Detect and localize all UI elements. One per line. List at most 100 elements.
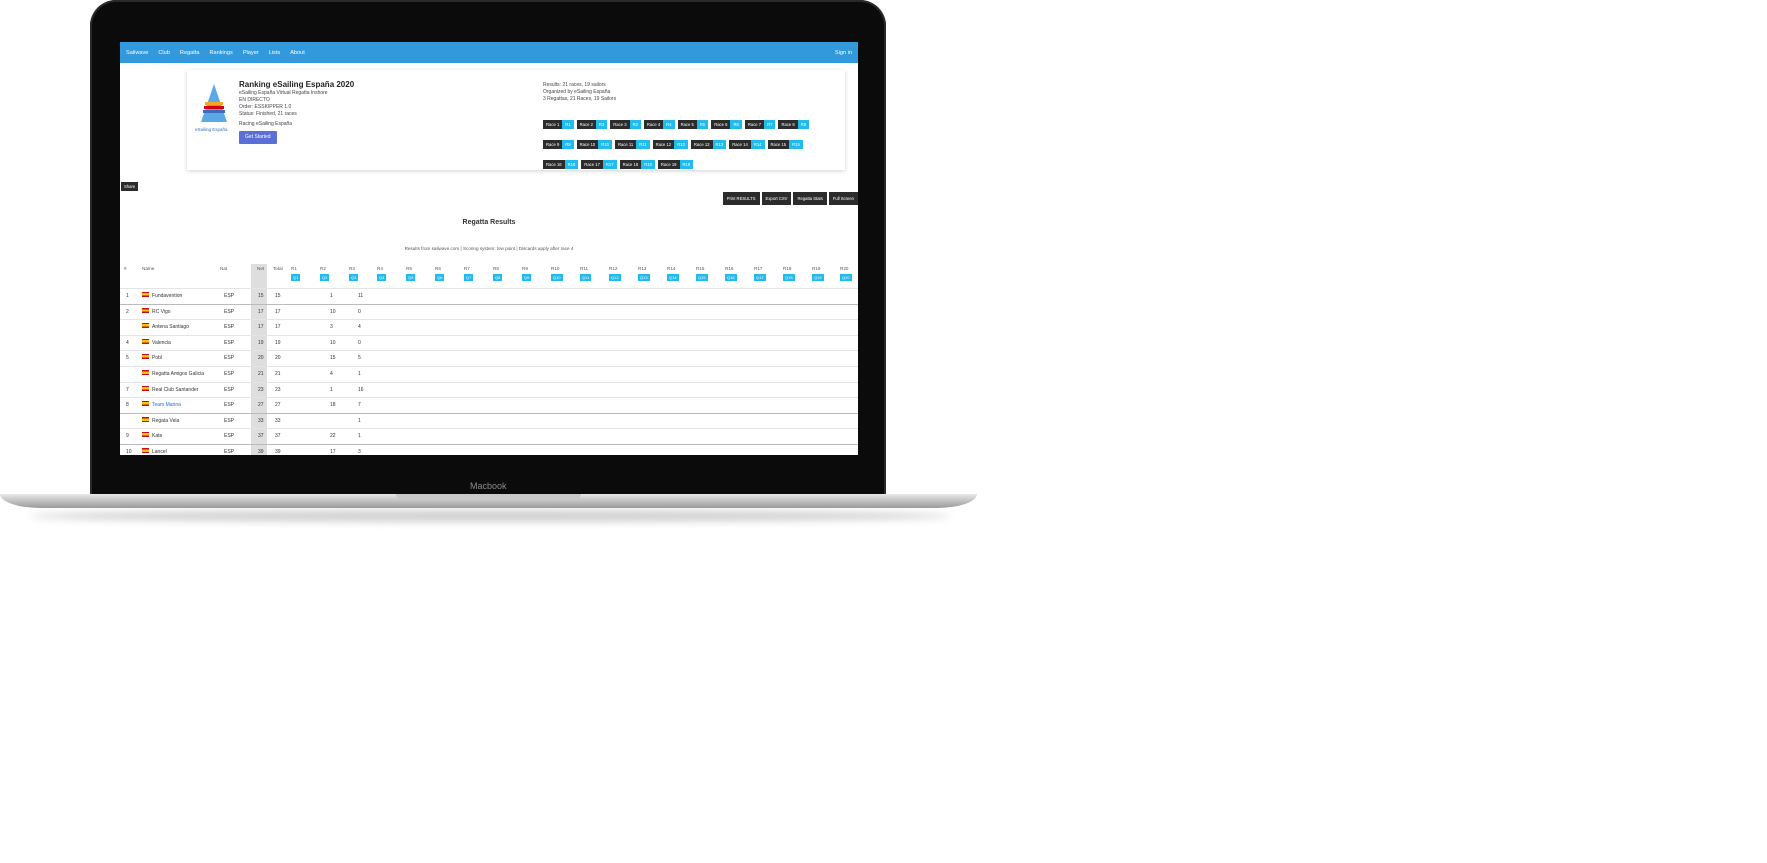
column-header[interactable]: R14	[667, 266, 675, 271]
race-code-badge[interactable]: Q6	[435, 274, 445, 281]
table-row[interactable]: Antena Santiago ESP 17 17 3 4	[120, 319, 858, 335]
table-row[interactable]: Regatta Amigos Galicia ESP 21 21 4 1	[120, 365, 858, 382]
column-header[interactable]: R8	[493, 266, 499, 271]
column-header[interactable]: R12	[609, 266, 617, 271]
column-header[interactable]: R13	[638, 266, 646, 271]
race-code-badge[interactable]: Q8	[493, 274, 503, 281]
race-badge[interactable]: Race 15 R15	[767, 140, 803, 149]
race-badge[interactable]: Race 10 R10	[576, 140, 612, 149]
table-row[interactable]: 10 Lancel ESP 39 39 17 3	[120, 443, 858, 455]
race-badge[interactable]: Race 9 R9	[543, 140, 574, 149]
table-row[interactable]: 4 Valencia ESP 19 19 10 0	[120, 334, 858, 351]
column-header[interactable]: R9	[522, 266, 528, 271]
race-badge[interactable]: Race 5 R5	[677, 120, 709, 129]
race-code-badge[interactable]: Q4	[377, 274, 387, 281]
race-badge[interactable]: Race 3 R3	[610, 120, 641, 129]
column-header[interactable]: R5	[406, 266, 412, 271]
cell-name[interactable]: RC Vigo	[152, 309, 171, 315]
nav-item-2[interactable]: Regatta	[180, 50, 200, 56]
cell-name[interactable]: Fundavention	[152, 293, 182, 299]
race-code-badge[interactable]: Q1	[291, 274, 301, 281]
race-badge[interactable]: Race 17 R17	[581, 160, 617, 169]
race-code-badge[interactable]: Q14	[667, 274, 679, 281]
get-started-button[interactable]: Get Started	[239, 131, 277, 144]
sign-in-link[interactable]: Sign in	[835, 50, 852, 56]
column-header[interactable]: #	[124, 266, 127, 271]
race-code-badge[interactable]: Q5	[406, 274, 416, 281]
race-badge[interactable]: Race 16 R16	[543, 160, 579, 169]
race-code-badge[interactable]: Q18	[783, 274, 795, 281]
column-header[interactable]: R6	[435, 266, 441, 271]
race-badge[interactable]: Race 7 R7	[744, 120, 776, 129]
column-header[interactable]: R16	[725, 266, 733, 271]
race-badge[interactable]: Race 18 R18	[619, 160, 655, 169]
column-header[interactable]: Nat	[220, 266, 227, 271]
column-header[interactable]: R7	[464, 266, 470, 271]
column-header[interactable]: R10	[551, 266, 559, 271]
share-button[interactable]: Share	[121, 182, 139, 191]
race-code-badge[interactable]: Q10	[551, 274, 563, 281]
cell-name[interactable]: Valencia	[152, 340, 171, 346]
race-badge[interactable]: Race 14 R14	[729, 140, 765, 149]
column-header[interactable]: R4	[377, 266, 383, 271]
nav-item-3[interactable]: Rankings	[210, 50, 233, 56]
cell-name[interactable]: Regatta Amigos Galicia	[152, 371, 204, 377]
race-code-badge[interactable]: Q9	[522, 274, 532, 281]
cell-name[interactable]: Regata Vela	[152, 418, 179, 424]
column-header[interactable]: Total	[273, 266, 283, 271]
action-button-1[interactable]: Export CSV	[761, 192, 792, 205]
table-row[interactable]: 7 Real Club Santander ESP 23 23 1 16	[120, 381, 858, 398]
race-badge[interactable]: Race 13 R13	[690, 140, 727, 149]
race-code-badge[interactable]: Q16	[725, 274, 737, 281]
race-code-badge[interactable]: Q17	[754, 274, 766, 281]
cell-name[interactable]: Antena Santiago	[152, 324, 189, 330]
cell-name[interactable]: Real Club Santander	[152, 387, 198, 393]
table-row[interactable]: 5 Pobl ESP 20 20 15 5	[120, 350, 858, 366]
table-row[interactable]: 8 Team Marina ESP 27 27 18 7	[120, 397, 858, 413]
race-badge[interactable]: Race 11 R11	[614, 140, 650, 149]
column-header[interactable]: Name	[142, 266, 154, 271]
table-row[interactable]: 2 RC Vigo ESP 17 17 10 0	[120, 303, 858, 320]
column-header[interactable]: R1	[291, 266, 297, 271]
race-code-badge[interactable]: Q20	[840, 274, 852, 281]
column-header[interactable]: R20	[840, 266, 848, 271]
table-row[interactable]: 9 Kate ESP 37 37 22 1	[120, 428, 858, 444]
action-button-2[interactable]: Regatta Stats	[793, 192, 827, 205]
race-badge[interactable]: Race 4 R4	[643, 120, 675, 129]
race-code-badge[interactable]: Q15	[696, 274, 708, 281]
column-header[interactable]: R19	[812, 266, 820, 271]
column-header[interactable]: R15	[696, 266, 704, 271]
race-badge[interactable]: Race 12 R12	[652, 140, 688, 149]
race-badge[interactable]: Race 19 R19	[657, 160, 694, 169]
cell-name[interactable]: Pobl	[152, 355, 162, 361]
nav-item-6[interactable]: About	[290, 50, 305, 56]
column-header[interactable]: R11	[580, 266, 588, 271]
race-code-badge[interactable]: Q11	[580, 274, 592, 281]
race-code-badge[interactable]: Q19	[812, 274, 824, 281]
cell-name[interactable]: Team Marina	[152, 402, 181, 408]
race-code-badge[interactable]: Q7	[464, 274, 474, 281]
race-code-badge[interactable]: Q3	[349, 274, 359, 281]
table-row[interactable]: Regata Vela ESP 33 33 1	[120, 412, 858, 429]
race-badge[interactable]: Race 1 R1	[543, 120, 574, 129]
cell-name[interactable]: Kate	[152, 433, 162, 439]
nav-item-4[interactable]: Player	[243, 50, 259, 56]
nav-item-0[interactable]: Sailwave	[126, 50, 148, 56]
race-code-badge[interactable]: Q2	[320, 274, 330, 281]
race-badge[interactable]: Race 8 R8	[778, 120, 810, 129]
race-code-badge[interactable]: Q13	[638, 274, 650, 281]
column-header[interactable]: R17	[754, 266, 762, 271]
column-header[interactable]: Net	[257, 266, 264, 271]
column-header[interactable]: R3	[349, 266, 355, 271]
action-button-0[interactable]: Print RESULTS	[722, 192, 760, 205]
table-row[interactable]: 1 Fundavention ESP 15 15 1 11	[120, 288, 858, 304]
nav-item-5[interactable]: Lists	[269, 50, 281, 56]
column-header[interactable]: R2	[320, 266, 326, 271]
race-badge[interactable]: Race 2 R2	[576, 120, 608, 129]
column-header[interactable]: R18	[783, 266, 791, 271]
race-code-badge[interactable]: Q12	[609, 274, 621, 281]
race-badge[interactable]: Race 6 R6	[711, 120, 742, 129]
cell-name[interactable]: Lancel	[152, 449, 167, 455]
nav-item-1[interactable]: Club	[158, 50, 170, 56]
action-button-3[interactable]: Full Screen	[828, 192, 858, 205]
